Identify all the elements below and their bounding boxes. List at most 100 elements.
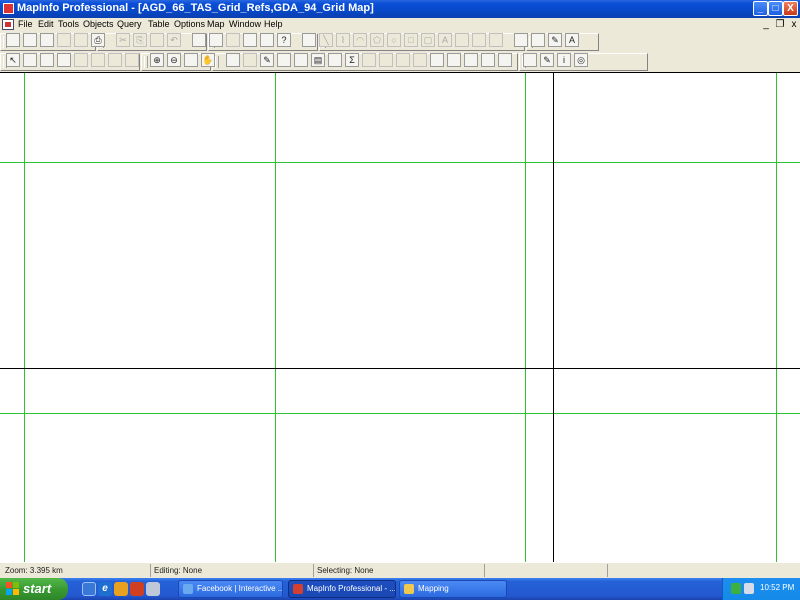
open-table-icon[interactable]: [23, 33, 37, 47]
line-icon[interactable]: ╲: [319, 33, 333, 47]
ruler-icon[interactable]: ▤: [311, 53, 325, 67]
menu-query[interactable]: Query: [117, 19, 142, 29]
marquee-select-icon[interactable]: [23, 53, 37, 67]
menu-window[interactable]: Window: [229, 19, 261, 29]
thematic-icon[interactable]: [430, 53, 444, 67]
rounded-rect-icon[interactable]: ▢: [421, 33, 435, 47]
combine-icon[interactable]: [396, 53, 410, 67]
boundary-select-icon[interactable]: [74, 53, 88, 67]
create-legend-icon[interactable]: [447, 53, 461, 67]
new-browser-icon[interactable]: [192, 33, 206, 47]
mdi-restore-button[interactable]: ❐: [774, 19, 786, 30]
polygon-icon[interactable]: ⬠: [370, 33, 384, 47]
save-copy-icon[interactable]: [74, 33, 88, 47]
new-redistrict-icon[interactable]: [260, 33, 274, 47]
task-facebook[interactable]: Facebook | Interactive ...: [178, 580, 283, 598]
mdi-minimize-button[interactable]: _: [760, 19, 772, 30]
distance-icon[interactable]: [481, 53, 495, 67]
internet-explorer-icon[interactable]: e: [98, 582, 112, 596]
label-icon[interactable]: ✎: [260, 53, 274, 67]
paste-icon[interactable]: [150, 33, 164, 47]
reshape-icon[interactable]: [472, 33, 486, 47]
info-icon[interactable]: [226, 53, 240, 67]
arc-icon[interactable]: ◠: [353, 33, 367, 47]
symbol-icon[interactable]: [302, 33, 316, 47]
menu-options[interactable]: Options: [174, 19, 205, 29]
start-button[interactable]: start: [0, 578, 68, 600]
tools-icon[interactable]: [531, 33, 545, 47]
save-table-icon[interactable]: [57, 33, 71, 47]
styles-icon[interactable]: ✎: [548, 33, 562, 47]
clip-region-icon[interactable]: [362, 53, 376, 67]
document-icon[interactable]: [2, 19, 14, 30]
change-view-icon[interactable]: [184, 53, 198, 67]
map-window[interactable]: [0, 72, 800, 562]
task-mapinfo[interactable]: MapInfo Professional - ...: [288, 580, 396, 598]
volume-tray-icon[interactable]: [744, 583, 754, 594]
select-icon[interactable]: ↖: [6, 53, 20, 67]
unselect-icon[interactable]: [91, 53, 105, 67]
copy-icon[interactable]: ⎘: [133, 33, 147, 47]
mapbasic-icon[interactable]: [514, 33, 528, 47]
rectangle-icon[interactable]: □: [404, 33, 418, 47]
new-grapher-icon[interactable]: [226, 33, 240, 47]
add-node-icon[interactable]: [489, 33, 503, 47]
edit-icon[interactable]: [523, 53, 537, 67]
status-selecting[interactable]: Selecting: None: [313, 564, 481, 577]
cut-icon[interactable]: ✂: [116, 33, 130, 47]
set-target-icon[interactable]: [379, 53, 393, 67]
help-icon[interactable]: ?: [277, 33, 291, 47]
show-desktop-icon[interactable]: [82, 582, 96, 596]
menu-objects[interactable]: Objects: [83, 19, 114, 29]
hotlink-icon[interactable]: [243, 53, 257, 67]
print-icon[interactable]: ⎙: [91, 33, 105, 47]
clock[interactable]: 10:52 PM: [760, 583, 794, 592]
zoom-out-icon[interactable]: ⊖: [167, 53, 181, 67]
frame-icon[interactable]: [455, 33, 469, 47]
status-zoom[interactable]: Zoom: 3.395 km: [2, 564, 147, 577]
layer-control-icon[interactable]: [294, 53, 308, 67]
polyline-icon[interactable]: ⌇: [336, 33, 350, 47]
overlay-icon[interactable]: [464, 53, 478, 67]
menu-edit[interactable]: Edit: [38, 19, 54, 29]
open-workspace-icon[interactable]: [40, 33, 54, 47]
mapinfo-quicklaunch-icon[interactable]: [130, 582, 144, 596]
ellipse-icon[interactable]: ○: [387, 33, 401, 47]
pencil-icon[interactable]: ✎: [540, 53, 554, 67]
grabber-icon[interactable]: ✋: [201, 53, 215, 67]
status-editing[interactable]: Editing: None: [150, 564, 310, 577]
menu-table[interactable]: Table: [148, 19, 170, 29]
mdi-close-button[interactable]: x: [788, 19, 800, 30]
statistics-icon[interactable]: Σ: [345, 53, 359, 67]
globe-icon[interactable]: ◎: [574, 53, 588, 67]
graph-select-icon[interactable]: [125, 53, 139, 67]
title-bar[interactable]: MapInfo Professional - [AGD_66_TAS_Grid_…: [0, 0, 800, 18]
scale-bar-icon[interactable]: [498, 53, 512, 67]
split-icon[interactable]: [413, 53, 427, 67]
menu-tools[interactable]: Tools: [58, 19, 79, 29]
info-tool-icon[interactable]: i: [557, 53, 571, 67]
new-table-icon[interactable]: [6, 33, 20, 47]
minimize-button[interactable]: _: [753, 1, 768, 16]
zoom-in-icon[interactable]: ⊕: [150, 53, 164, 67]
mapinfo-app-icon[interactable]: [3, 3, 14, 14]
new-layout-icon[interactable]: [243, 33, 257, 47]
close-button[interactable]: X: [783, 1, 798, 16]
maximize-button[interactable]: □: [768, 1, 783, 16]
explorer-quicklaunch-icon[interactable]: [146, 582, 160, 596]
network-tray-icon[interactable]: [731, 583, 741, 594]
menu-map[interactable]: Map: [207, 19, 225, 29]
media-player-icon[interactable]: [114, 582, 128, 596]
radius-select-icon[interactable]: [40, 53, 54, 67]
invert-select-icon[interactable]: [108, 53, 122, 67]
new-mapper-icon[interactable]: [209, 33, 223, 47]
text-style-icon[interactable]: A: [565, 33, 579, 47]
undo-icon[interactable]: ↶: [167, 33, 181, 47]
menu-file[interactable]: File: [18, 19, 33, 29]
polygon-select-icon[interactable]: [57, 53, 71, 67]
drag-window-icon[interactable]: [277, 53, 291, 67]
text-icon[interactable]: A: [438, 33, 452, 47]
menu-help[interactable]: Help: [264, 19, 283, 29]
task-mapping-folder[interactable]: Mapping: [399, 580, 507, 598]
legend-icon[interactable]: [328, 53, 342, 67]
